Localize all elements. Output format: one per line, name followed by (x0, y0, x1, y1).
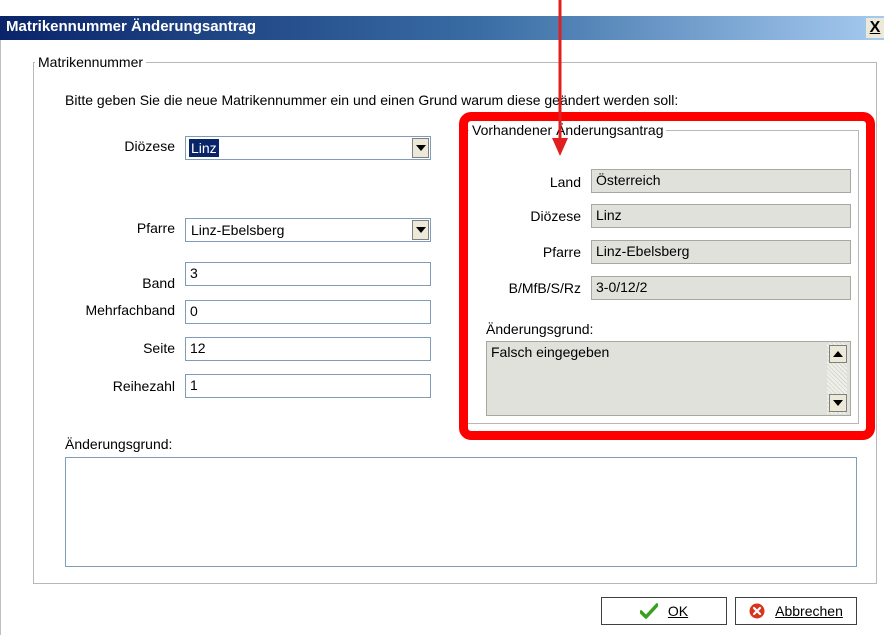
cancel-icon (749, 603, 765, 619)
annotation-arrow-icon (552, 0, 568, 156)
band-label: Band (142, 275, 175, 291)
ok-button-label: OK (667, 603, 689, 619)
matrikennummer-legend: Matrikennummer (35, 54, 147, 70)
window-title: Matrikennummer Änderungsantrag (6, 18, 257, 35)
cancel-button-label: Abbrechen (775, 603, 843, 619)
seite-field[interactable]: 12 (185, 337, 431, 361)
seite-label: Seite (143, 340, 175, 356)
dioezese-selected-value: Linz (188, 138, 220, 158)
dioezese-label: Diözese (124, 138, 175, 154)
checkmark-icon (639, 603, 658, 619)
grund-label: Änderungsgrund: (65, 436, 173, 452)
mehrfachband-field[interactable]: 0 (185, 300, 431, 324)
close-button[interactable]: X (866, 18, 884, 38)
band-field[interactable]: 3 (185, 262, 431, 286)
reihezahl-label: Reihezahl (112, 378, 175, 394)
cancel-button[interactable]: Abbrechen (735, 597, 857, 625)
grund-textarea[interactable] (65, 457, 857, 567)
ok-button[interactable]: OK (601, 597, 727, 625)
pfarre-select[interactable]: Linz-Ebelsberg (185, 218, 431, 242)
instruction-text: Bitte geben Sie die neue Matrikennummer … (65, 92, 679, 108)
dioezese-select[interactable]: Linz (185, 136, 431, 160)
mehrfachband-label: Mehrfachband (85, 302, 175, 318)
chevron-down-icon[interactable] (412, 220, 429, 240)
pfarre-selected-value: Linz-Ebelsberg (191, 222, 285, 238)
reihezahl-field[interactable]: 1 (185, 374, 431, 398)
chevron-down-icon[interactable] (412, 138, 429, 158)
highlight-box (459, 112, 875, 440)
pfarre-label: Pfarre (136, 220, 175, 236)
